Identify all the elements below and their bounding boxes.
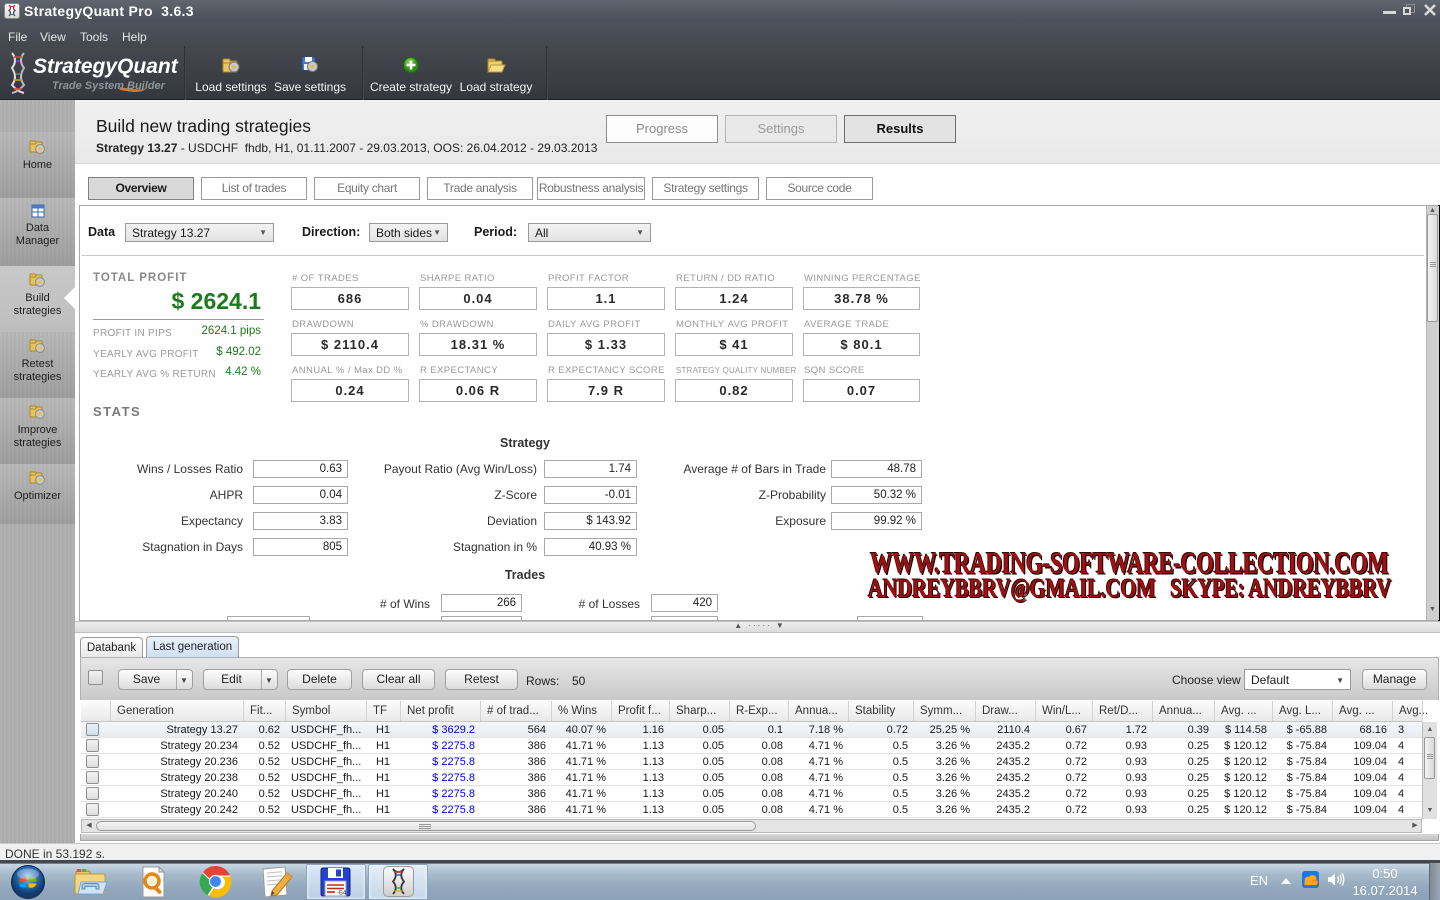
svg-text:-Б4·: -Б4· [337,891,348,897]
